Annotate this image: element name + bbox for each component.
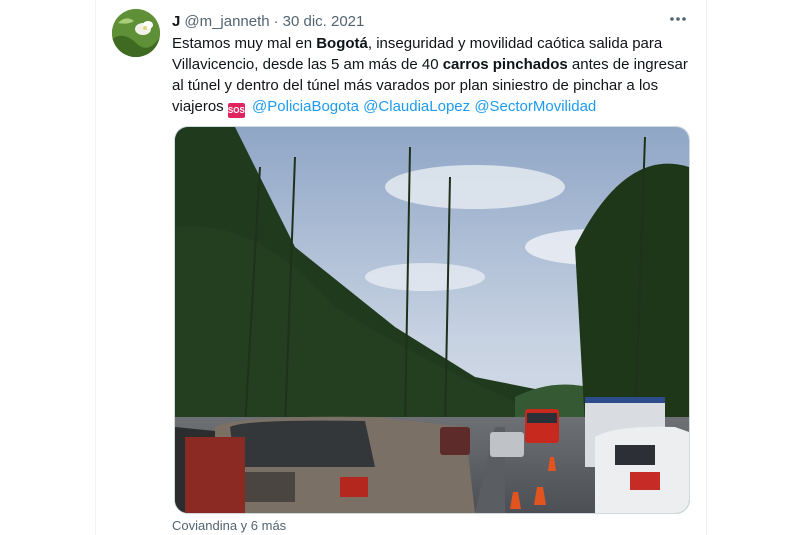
tweet-text-line: al túnel y dentro del túnel más varados … [172,75,692,96]
tweet-text-line: viajeros SOS @PoliciaBogota @ClaudiaLope… [172,96,692,118]
text-segment: al túnel y dentro del túnel más varados … [172,77,659,94]
mention-link[interactable]: @SectorMovilidad [474,98,596,115]
tweet-text-line: Estamos muy mal en Bogotá, inseguridad y… [172,33,692,54]
mention-link[interactable]: @ClaudiaLopez [363,98,470,115]
tweet-card[interactable]: J @m_janneth · 30 dic. 2021 Estamos muy … [95,0,707,535]
text-bold-segment: Bogotá [316,35,368,52]
text-segment: viajeros [172,98,228,115]
tweet-text: Estamos muy mal en Bogotá, inseguridad y… [172,33,692,118]
tweet-header: J @m_janneth · 30 dic. 2021 [172,11,364,31]
text-segment: Villavicencio, desde las 5 am más de 40 [172,56,443,73]
mention-link[interactable]: @PoliciaBogota [252,98,359,115]
text-segment: , inseguridad y movilidad caótica salida… [367,35,663,52]
tweet-text-line: Villavicencio, desde las 5 am más de 40 … [172,54,692,75]
display-name[interactable]: J [172,13,180,30]
user-handle[interactable]: @m_janneth [184,13,269,30]
tweet-date[interactable]: 30 dic. 2021 [283,13,365,30]
text-segment: Estamos muy mal en [172,35,317,52]
road-traffic-photo [175,127,689,513]
avatar[interactable] [112,9,160,57]
sos-emoji-icon: SOS [227,103,245,118]
ellipsis-icon [670,17,686,21]
more-options-button[interactable] [664,8,692,30]
tweet-photo[interactable] [174,126,690,514]
header-separator: · [273,12,279,30]
text-segment: antes de ingresar [567,56,688,73]
text-bold-segment: carros pinchados [442,56,568,73]
liked-by-text[interactable]: Coviandina y 6 más [172,518,286,533]
